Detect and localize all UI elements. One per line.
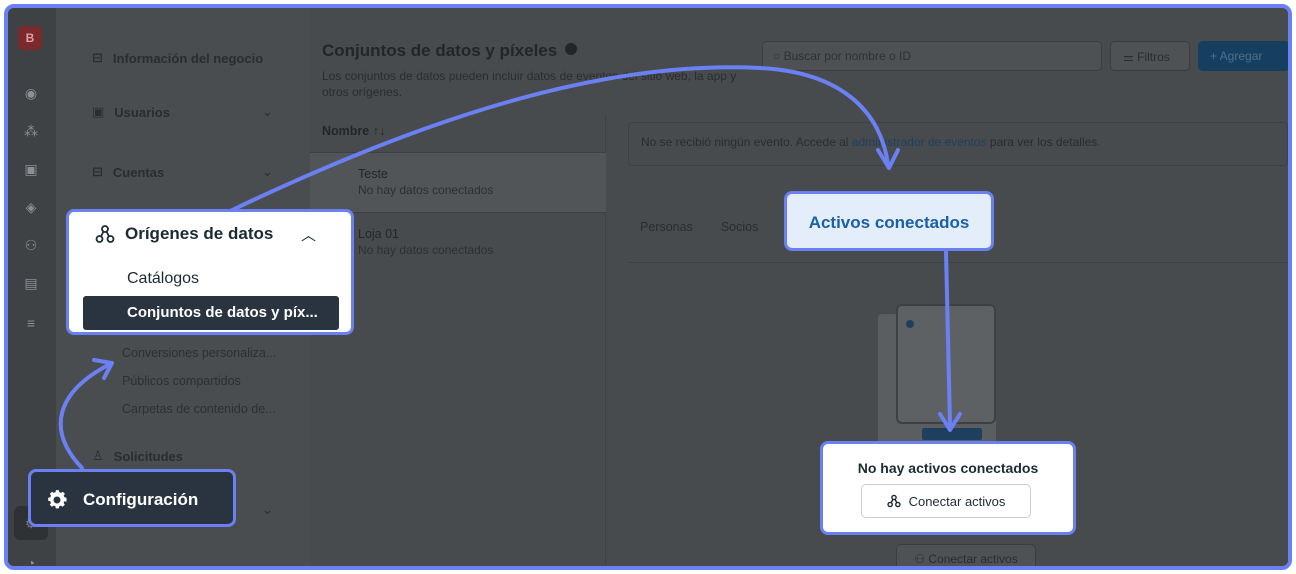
sidebar-item-custom-conversions[interactable]: Conversiones personaliza... <box>122 346 276 360</box>
filters-label: Filtros <box>1137 50 1170 64</box>
data-sources-icon <box>95 225 115 243</box>
sidebar-item-label: Cuentas <box>112 164 165 180</box>
data-sources-icon[interactable]: ⚇ <box>22 236 40 254</box>
dataset-status: No hay datos conectados <box>358 183 494 197</box>
data-sources-label: Orígenes de datos <box>125 224 274 243</box>
tabs-divider <box>628 262 1288 263</box>
connect-label: Conectar activos <box>928 552 1018 566</box>
page-title-text: Conjuntos de datos y píxeles <box>322 41 558 60</box>
connect-icon <box>886 494 901 508</box>
dataset-name: Teste <box>358 167 388 181</box>
configuracion-callout[interactable]: Configuración <box>28 469 236 527</box>
add-button[interactable]: + Agregar <box>1198 41 1288 71</box>
chevron-down-icon[interactable]: ⌄ <box>262 502 273 518</box>
sidebar-item-business-info[interactable]: ⊟ Información del negocio <box>92 50 263 66</box>
connect-assets-label: Conectar activos <box>908 493 1006 509</box>
business-avatar[interactable]: B <box>18 26 42 50</box>
notice-text-end: para ver los detalles. <box>986 135 1101 149</box>
sidebar-item-catalogs[interactable]: Catálogos <box>127 270 199 288</box>
sidebar-item-label: Usuarios <box>114 104 170 120</box>
origenes-callout: Orígenes de datos ︿ Catálogos Conjuntos … <box>66 209 354 335</box>
sidebar-item-users[interactable]: ▣ Usuarios <box>92 104 170 120</box>
empty-state-callout: No hay activos conectados Conectar activ… <box>820 441 1076 535</box>
illustration-dot <box>906 320 914 328</box>
menu-icon[interactable]: ≡ <box>22 314 40 332</box>
dataset-status: No hay datos conectados <box>358 243 494 257</box>
page-title: Conjuntos de datos y píxeles <box>322 41 578 61</box>
bell-icon[interactable]: ◔ <box>22 554 40 566</box>
filters-button[interactable]: ⚌ Filtros <box>1110 41 1190 71</box>
sidebar-item-requests[interactable]: ♙ Solicitudes <box>92 448 183 464</box>
sidebar-item-data-sources[interactable]: Orígenes de datos <box>95 224 273 244</box>
pages-icon[interactable]: ▣ <box>22 160 40 178</box>
briefcase-icon: ⊟ <box>92 50 103 65</box>
home-icon[interactable]: ◉ <box>22 84 40 102</box>
sidebar-item-shared-audiences[interactable]: Públicos compartidos <box>122 374 241 388</box>
list-sort-header[interactable]: Nombre ↑↓ <box>322 124 385 138</box>
settings-label: Configuración <box>83 490 199 509</box>
gear-icon <box>48 490 67 509</box>
list-item[interactable]: Teste No hay datos conectados <box>310 152 606 212</box>
billing-icon[interactable]: ▤ <box>22 274 40 292</box>
people-icon[interactable]: ⁂ <box>22 122 40 140</box>
connect-assets-button[interactable]: Conectar activos <box>861 484 1031 518</box>
chevron-up-icon[interactable]: ︿ <box>301 224 316 245</box>
sidebar-item-label: Información del negocio <box>112 50 264 66</box>
empty-state-illustration <box>878 304 998 464</box>
sidebar-item-datasets-selected[interactable]: Conjuntos de datos y píx... <box>83 296 339 330</box>
sliders-icon: ⚌ <box>1123 50 1138 64</box>
main-content: Conjuntos de datos y píxeles Los conjunt… <box>310 8 1288 566</box>
chevron-down-icon[interactable]: ⌄ <box>262 104 273 120</box>
search-icon: ○ <box>773 49 784 63</box>
no-events-notice: No se recibió ningún evento. Accede al a… <box>628 122 1288 166</box>
events-manager-link[interactable]: administrador de eventos <box>852 135 987 149</box>
datasets-list: Nombre ↑↓ Teste No hay datos conectados … <box>310 116 606 566</box>
user-badge-icon: ▣ <box>92 104 105 119</box>
illustration-bar <box>922 428 982 440</box>
list-item[interactable]: Loja 01 No hay datos conectados <box>310 212 606 272</box>
tab-people[interactable]: Personas <box>640 220 693 234</box>
search-input[interactable]: ○ Buscar por nombre o ID <box>762 41 1102 71</box>
empty-state-title: No hay activos conectados <box>857 460 1039 476</box>
activos-tab-callout[interactable]: Activos conectados <box>784 191 994 251</box>
tab-partners[interactable]: Socios <box>721 220 759 234</box>
tools-icon[interactable]: ◈ <box>22 198 40 216</box>
page-description: Los conjuntos de datos pueden incluir da… <box>322 69 737 99</box>
tab-connected-assets: Activos conectados <box>808 213 970 232</box>
notice-text: No se recibió ningún evento. Accede al <box>641 135 852 149</box>
info-icon[interactable] <box>565 43 578 55</box>
sidebar-item-content-folders[interactable]: Carpetas de contenido de... <box>122 402 276 416</box>
detail-tabs: Personas Socios <box>640 220 758 234</box>
chevron-down-icon[interactable]: ⌄ <box>262 164 273 180</box>
folder-icon: ⊟ <box>92 164 103 179</box>
sidebar-item-accounts[interactable]: ⊟ Cuentas <box>92 164 164 180</box>
search-placeholder: Buscar por nombre o ID <box>783 49 911 63</box>
person-icon: ♙ <box>92 448 104 463</box>
dataset-name: Loja 01 <box>358 227 400 241</box>
connect-icon: ⚇ <box>914 552 929 566</box>
sidebar-item-label: Solicitudes <box>113 448 184 464</box>
connect-assets-button-dimmed[interactable]: ⚇ Conectar activos <box>896 544 1036 566</box>
